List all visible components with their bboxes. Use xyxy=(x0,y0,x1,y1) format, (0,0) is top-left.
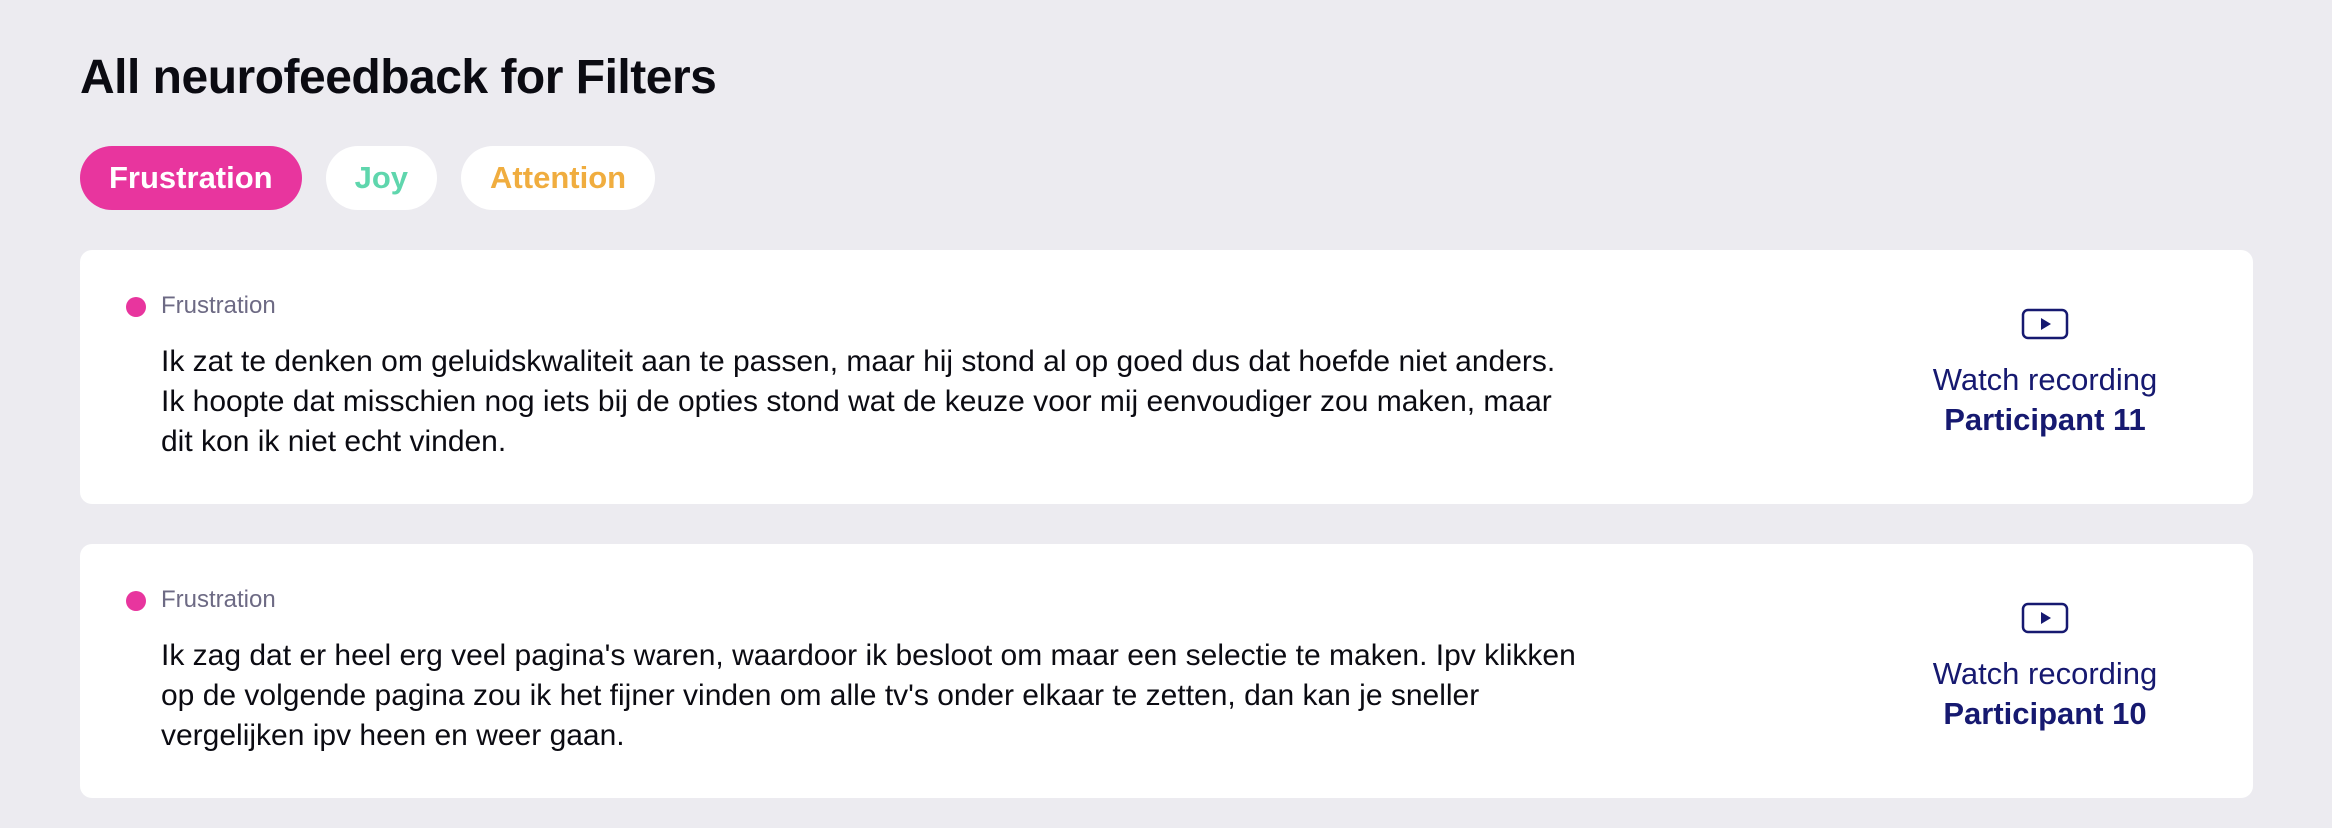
play-video-icon xyxy=(2021,308,2069,340)
page-title: All neurofeedback for Filters xyxy=(80,51,717,104)
play-video-icon xyxy=(2021,602,2069,634)
feedback-quote: Ik zag dat er heel erg veel pagina's war… xyxy=(161,639,1576,752)
filter-chip-frustration[interactable]: Frustration xyxy=(80,146,302,210)
participant-name: Participant 10 xyxy=(1943,696,2147,731)
emotion-dot xyxy=(126,591,146,611)
emotion-dot xyxy=(126,297,146,317)
watch-recording-link[interactable]: Watch recording Participant 11 xyxy=(1895,308,2195,440)
watch-recording-link[interactable]: Watch recording Participant 10 xyxy=(1895,602,2195,734)
feedback-quote: Ik zat te denken om geluidskwaliteit aan… xyxy=(161,345,1556,458)
filter-chip-joy[interactable]: Joy xyxy=(325,146,438,210)
participant-name: Participant 11 xyxy=(1944,402,2146,437)
emotion-label: Frustration xyxy=(161,292,276,319)
filter-chip-attention[interactable]: Attention xyxy=(461,146,656,210)
watch-recording-label: Watch recording xyxy=(1932,656,2158,691)
emotion-label: Frustration xyxy=(161,586,276,613)
feedback-card: Frustration Ik zag dat er heel erg veel … xyxy=(80,544,2253,798)
emotion-filter-bar: Frustration Joy Attention xyxy=(80,146,656,210)
feedback-card: Frustration Ik zat te denken om geluidsk… xyxy=(80,250,2253,504)
watch-recording-label: Watch recording xyxy=(1932,362,2158,397)
